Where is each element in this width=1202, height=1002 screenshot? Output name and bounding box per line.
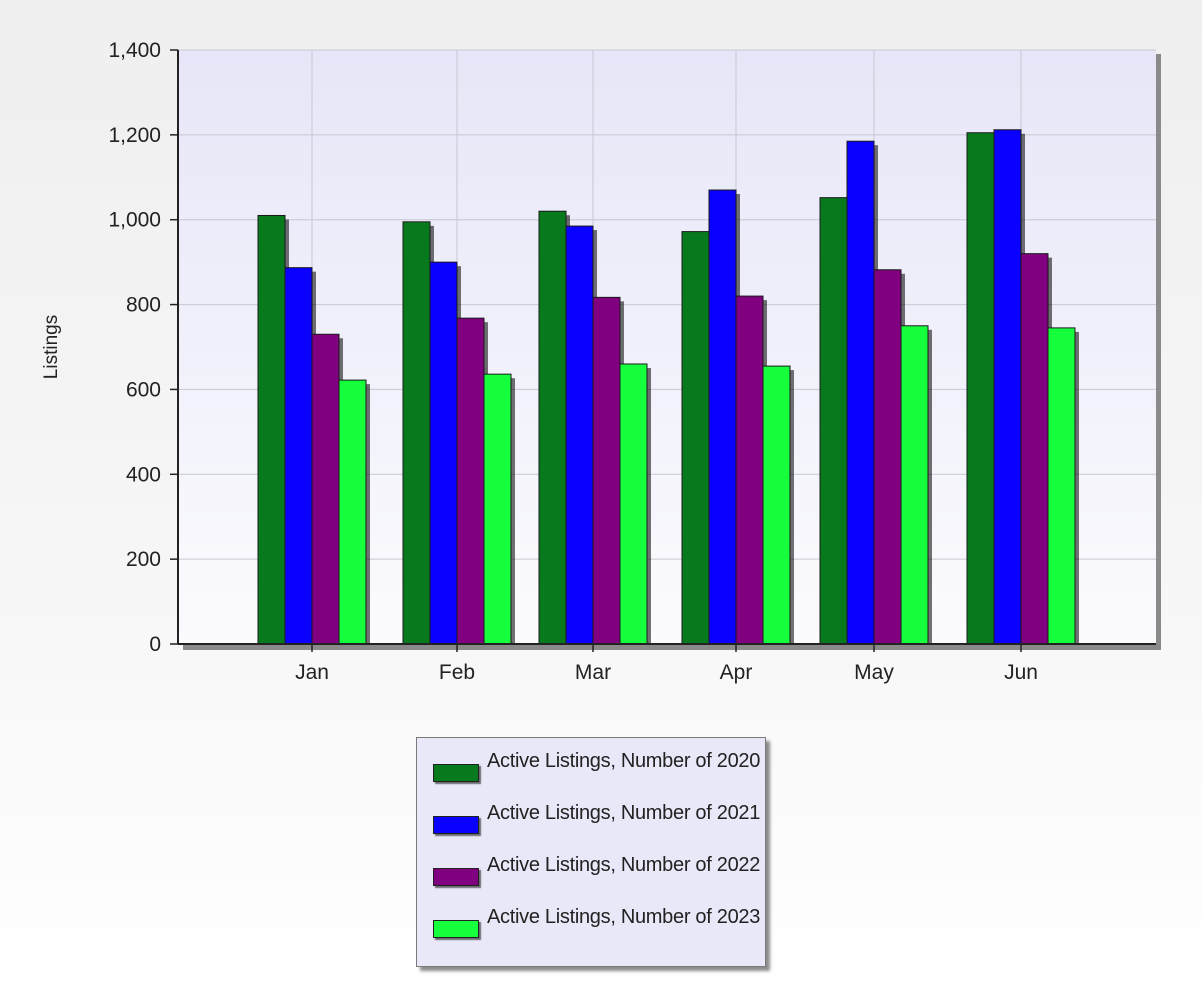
x-tick-label: Mar (575, 661, 611, 684)
bar (819, 197, 848, 645)
bar (592, 296, 621, 645)
bar (257, 214, 286, 645)
bar (993, 129, 1022, 645)
legend-item: Active Listings, Number of 2021 (433, 794, 763, 842)
bar (1020, 253, 1049, 645)
legend-label: Active Listings, Number of 2023 (487, 906, 761, 928)
legend-swatch (433, 920, 479, 938)
bar (311, 333, 340, 645)
y-tick-label: 200 (126, 548, 161, 571)
bar (456, 317, 485, 645)
legend-label: Active Listings, Number of 2021 (487, 802, 761, 824)
y-tick-label: 0 (149, 633, 161, 656)
bar (429, 261, 458, 645)
chart: 0 200 400 600 800 1,000 1,200 1,400 Jan Feb Mar Apr… (41, 39, 1161, 684)
bar (846, 140, 875, 645)
bar (900, 325, 929, 645)
y-tick-label: 1,000 (108, 209, 161, 232)
bar (762, 365, 791, 645)
bar (402, 221, 431, 645)
legend-swatch (433, 764, 479, 782)
legend: Active Listings, Number of 2020 Active Li… (416, 737, 766, 967)
bar (538, 210, 567, 645)
legend-label: Active Listings, Number of 2022 (487, 854, 761, 876)
legend-item: Active Listings, Number of 2022 (433, 846, 763, 894)
legend-swatch (433, 816, 479, 834)
bar (483, 373, 512, 645)
x-tick-label: Feb (439, 661, 475, 684)
legend-item: Active Listings, Number of 2023 (433, 898, 763, 946)
bar (619, 363, 648, 645)
legend-item: Active Listings, Number of 2020 (433, 742, 763, 790)
x-tick-label: Jun (1004, 661, 1038, 684)
y-axis-title: Listings (41, 315, 62, 379)
legend-label: Active Listings, Number of 2020 (487, 750, 761, 772)
y-tick-label: 1,400 (108, 39, 161, 62)
bar (708, 189, 737, 645)
bar (284, 267, 313, 645)
y-tick-label: 1,200 (108, 124, 161, 147)
bar (565, 225, 594, 645)
bar (1047, 327, 1076, 645)
bar (735, 295, 764, 645)
bar (681, 231, 710, 645)
y-tick-label: 600 (126, 378, 161, 401)
legend-swatch (433, 868, 479, 886)
bar (338, 379, 367, 645)
x-tick-label: Jan (295, 661, 329, 684)
y-tick-label: 400 (126, 463, 161, 486)
y-tick-label: 800 (126, 294, 161, 317)
x-tick-label: Apr (720, 661, 753, 684)
x-tick-label: May (854, 661, 894, 684)
bar (873, 269, 902, 645)
bar (966, 132, 995, 645)
